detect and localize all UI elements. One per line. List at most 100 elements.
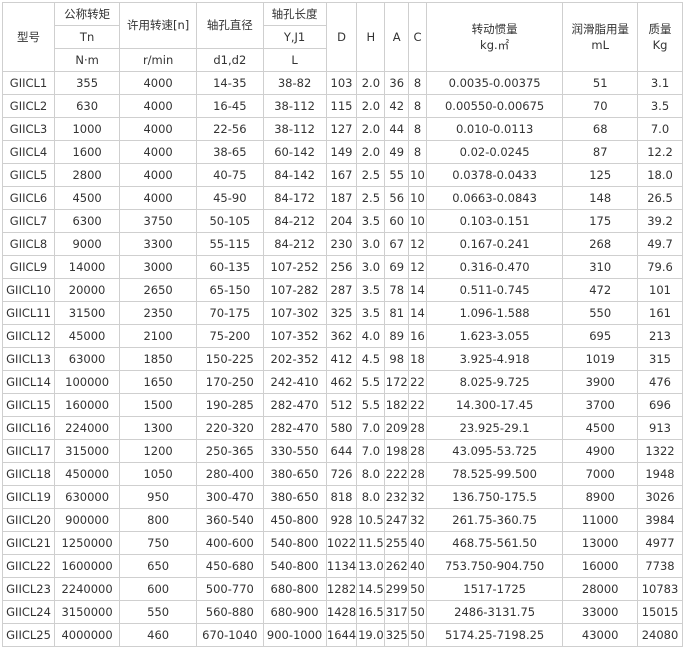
bore-cell: 280-400 xyxy=(196,462,264,486)
bore-cell: 22-56 xyxy=(196,117,264,141)
speed-cell: 4000 xyxy=(119,186,198,210)
d-cell: 103 xyxy=(325,71,358,95)
inertia-cell: 753.750-904.750 xyxy=(425,554,564,578)
header-torque-sym: Tn xyxy=(54,25,121,49)
model-cell: GIICL14 xyxy=(1,370,56,394)
inertia-cell: 23.925-29.1 xyxy=(425,416,564,440)
grease-cell: 8900 xyxy=(562,485,638,509)
h-cell: 8.0 xyxy=(356,462,386,486)
inertia-cell: 2486-3131.75 xyxy=(425,600,564,624)
inertia-cell: 3.925-4.918 xyxy=(425,347,564,371)
bore-cell: 300-470 xyxy=(196,485,264,509)
speed-cell: 4000 xyxy=(119,140,198,164)
grease-cell: 7000 xyxy=(562,462,638,486)
a-cell: 325 xyxy=(384,623,410,647)
h-cell: 3.0 xyxy=(356,255,386,279)
c-cell: 40 xyxy=(408,531,427,555)
speed-cell: 550 xyxy=(119,600,198,624)
length-cell: 107-252 xyxy=(262,255,327,279)
bore-cell: 45-90 xyxy=(196,186,264,210)
length-cell: 680-900 xyxy=(262,600,327,624)
model-cell: GIICL6 xyxy=(1,186,56,210)
header-inertia: 转动惯量 kg.㎡ xyxy=(425,2,564,72)
bore-cell: 150-225 xyxy=(196,347,264,371)
speed-cell: 3750 xyxy=(119,209,198,233)
speed-cell: 4000 xyxy=(119,163,198,187)
h-cell: 10.5 xyxy=(356,508,386,532)
torque-cell: 6300 xyxy=(54,209,121,233)
speed-cell: 4000 xyxy=(119,94,198,118)
h-cell: 11.5 xyxy=(356,531,386,555)
d-cell: 1282 xyxy=(325,577,358,601)
speed-cell: 1650 xyxy=(119,370,198,394)
h-cell: 19.0 xyxy=(356,623,386,647)
a-cell: 317 xyxy=(384,600,410,624)
c-cell: 8 xyxy=(408,71,427,95)
bore-cell: 50-105 xyxy=(196,209,264,233)
c-cell: 28 xyxy=(408,416,427,440)
d-cell: 287 xyxy=(325,278,358,302)
h-cell: 8.0 xyxy=(356,485,386,509)
header-grease: 润滑脂用量 mL xyxy=(562,2,638,72)
torque-cell: 9000 xyxy=(54,232,121,256)
length-cell: 38-82 xyxy=(262,71,327,95)
model-cell: GIICL19 xyxy=(1,485,56,509)
table-row: GIICL12 45000 2100 75-200 107-352 362 4.0 89 16 1… xyxy=(1,324,683,348)
h-cell: 4.0 xyxy=(356,324,386,348)
a-cell: 222 xyxy=(384,462,410,486)
c-cell: 16 xyxy=(408,324,427,348)
inertia-cell: 0.316-0.470 xyxy=(425,255,564,279)
length-cell: 450-800 xyxy=(262,508,327,532)
a-cell: 78 xyxy=(384,278,410,302)
inertia-cell: 43.095-53.725 xyxy=(425,439,564,463)
bore-cell: 16-45 xyxy=(196,94,264,118)
torque-cell: 630 xyxy=(54,94,121,118)
speed-cell: 4000 xyxy=(119,71,198,95)
bore-cell: 60-135 xyxy=(196,255,264,279)
a-cell: 255 xyxy=(384,531,410,555)
speed-cell: 1050 xyxy=(119,462,198,486)
torque-cell: 100000 xyxy=(54,370,121,394)
table-row: GIICL8 9000 3300 55-115 84-212 230 3.0 67 12 0.16… xyxy=(1,232,683,256)
bore-cell: 190-285 xyxy=(196,393,264,417)
d-cell: 325 xyxy=(325,301,358,325)
mass-cell: 26.5 xyxy=(637,186,683,210)
inertia-cell: 0.103-0.151 xyxy=(425,209,564,233)
inertia-cell: 78.525-99.500 xyxy=(425,462,564,486)
grease-cell: 3900 xyxy=(562,370,638,394)
table-row: GIICL18 450000 1050 280-400 380-650 726 8.0 222… xyxy=(1,462,683,486)
mass-cell: 4977 xyxy=(637,531,683,555)
d-cell: 127 xyxy=(325,117,358,141)
h-cell: 3.5 xyxy=(356,209,386,233)
header-length-label: 轴孔长度 xyxy=(262,2,327,26)
header-length-sym: Y,J1 xyxy=(262,25,327,49)
speed-cell: 2650 xyxy=(119,278,198,302)
torque-cell: 450000 xyxy=(54,462,121,486)
torque-cell: 14000 xyxy=(54,255,121,279)
inertia-cell: 0.0663-0.0843 xyxy=(425,186,564,210)
table-row: GIICL17 315000 1200 250-365 330-550 644 7.0 198… xyxy=(1,439,683,463)
c-cell: 50 xyxy=(408,577,427,601)
inertia-cell: 0.00550-0.00675 xyxy=(425,94,564,118)
table-body: GIICL1 355 4000 14-35 38-82 103 2.0 36 8 0.0035-0… xyxy=(1,71,683,647)
mass-cell: 24080 xyxy=(637,623,683,647)
inertia-cell: 14.300-17.45 xyxy=(425,393,564,417)
a-cell: 198 xyxy=(384,439,410,463)
mass-cell: 7738 xyxy=(637,554,683,578)
torque-cell: 31500 xyxy=(54,301,121,325)
torque-cell: 224000 xyxy=(54,416,121,440)
a-cell: 172 xyxy=(384,370,410,394)
a-cell: 182 xyxy=(384,393,410,417)
mass-cell: 39.2 xyxy=(637,209,683,233)
mass-cell: 3.1 xyxy=(637,71,683,95)
inertia-cell: 1.623-3.055 xyxy=(425,324,564,348)
mass-cell: 3.5 xyxy=(637,94,683,118)
c-cell: 32 xyxy=(408,485,427,509)
a-cell: 262 xyxy=(384,554,410,578)
c-cell: 10 xyxy=(408,163,427,187)
mass-cell: 3984 xyxy=(637,508,683,532)
a-cell: 232 xyxy=(384,485,410,509)
bore-cell: 250-365 xyxy=(196,439,264,463)
length-cell: 38-112 xyxy=(262,94,327,118)
torque-cell: 2240000 xyxy=(54,577,121,601)
